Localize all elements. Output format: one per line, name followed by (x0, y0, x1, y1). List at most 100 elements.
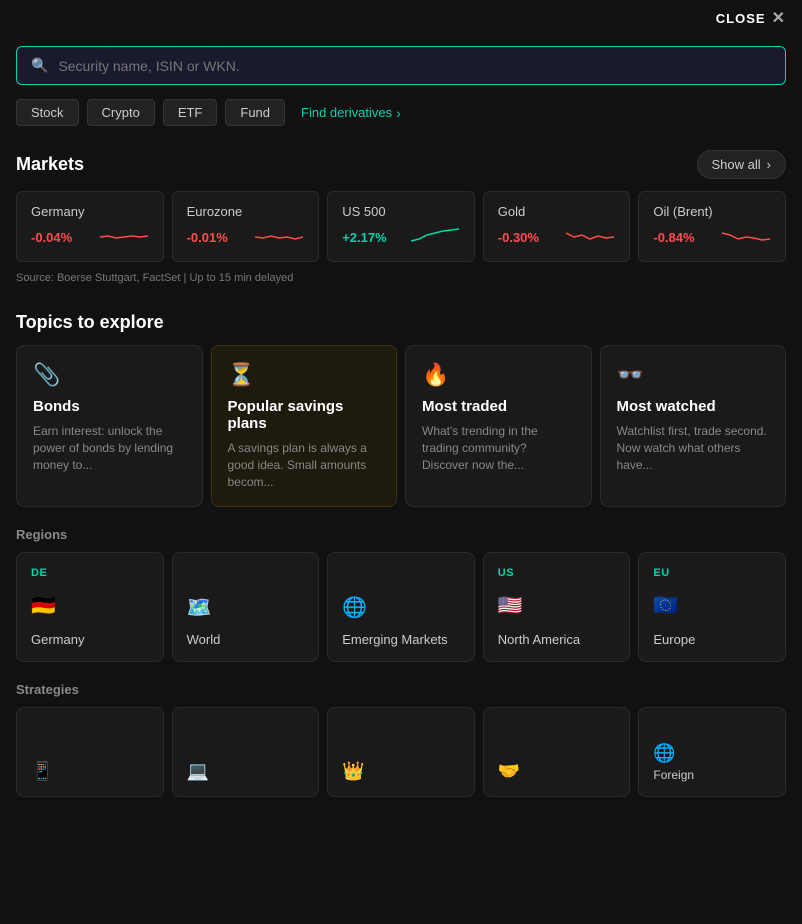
region-icon: 🌐 (342, 595, 367, 620)
market-change: -0.01% (187, 230, 228, 245)
region-name: North America (498, 632, 580, 647)
market-change: -0.30% (498, 230, 539, 245)
region-name: Europe (653, 632, 695, 647)
show-all-button[interactable]: Show all › (697, 150, 786, 179)
pill-fund[interactable]: Fund (225, 99, 285, 126)
topic-icon: 🔥 (422, 362, 575, 388)
strategy-card[interactable]: 💻 (172, 707, 320, 797)
market-value-row: -0.30% (498, 225, 616, 249)
sparkline-chart (410, 225, 460, 249)
strategy-icon: 💻 (187, 761, 305, 782)
strategy-icon: 🤝 (498, 761, 616, 782)
market-name: Gold (498, 204, 616, 219)
region-tag: US (498, 567, 514, 579)
market-name: Germany (31, 204, 149, 219)
markets-header: Markets Show all › (0, 142, 802, 191)
strategy-card[interactable]: 🌐 Foreign (638, 707, 786, 797)
region-name: Germany (31, 632, 84, 647)
strategy-card[interactable]: 🤝 (483, 707, 631, 797)
strategy-icon: 🌐 (653, 743, 771, 764)
region-icon: 🇩🇪 (31, 593, 56, 618)
chevron-right-icon: › (396, 105, 401, 121)
region-tag: EU (653, 567, 669, 579)
topics-header: Topics to explore (0, 304, 802, 345)
topic-icon: 📎 (33, 362, 186, 388)
topics-title: Topics to explore (16, 312, 164, 333)
strategy-icon: 📱 (31, 761, 149, 782)
topic-card[interactable]: 👓 Most watched Watchlist first, trade se… (600, 345, 787, 507)
sparkline-chart (99, 225, 149, 249)
market-change: -0.84% (653, 230, 694, 245)
search-container: 🔍 (0, 36, 802, 99)
filter-row: Stock Crypto ETF Fund Find derivatives › (0, 99, 802, 142)
strategies-label: Strategies (0, 682, 802, 707)
markets-row: Germany -0.04% Eurozone -0.01% US 500 +2… (0, 191, 802, 262)
close-label: CLOSE (716, 11, 766, 26)
region-card[interactable]: DE 🇩🇪 Germany (16, 552, 164, 662)
pill-etf[interactable]: ETF (163, 99, 218, 126)
topics-grid: 📎 Bonds Earn interest: unlock the power … (0, 345, 802, 507)
region-tag: DE (31, 567, 47, 579)
topic-card[interactable]: 📎 Bonds Earn interest: unlock the power … (16, 345, 203, 507)
close-button[interactable]: CLOSE ✕ (716, 8, 786, 28)
topic-desc: Earn interest: unlock the power of bonds… (33, 423, 186, 473)
market-value-row: -0.84% (653, 225, 771, 249)
search-input[interactable] (58, 58, 771, 74)
topic-title: Most watched (617, 398, 770, 415)
market-value-row: -0.04% (31, 225, 149, 249)
market-card[interactable]: Germany -0.04% (16, 191, 164, 262)
region-card[interactable]: 🌐 Emerging Markets (327, 552, 475, 662)
sparkline-chart (565, 225, 615, 249)
region-name: Emerging Markets (342, 632, 447, 647)
topic-desc: What's trending in the trading community… (422, 423, 575, 473)
topic-desc: A savings plan is always a good idea. Sm… (228, 440, 381, 490)
search-box[interactable]: 🔍 (16, 46, 786, 85)
strategies-row: 📱 💻 👑 🤝 🌐 Foreign (0, 707, 802, 797)
market-change: +2.17% (342, 230, 386, 245)
market-name: Eurozone (187, 204, 305, 219)
topic-card[interactable]: 🔥 Most traded What's trending in the tra… (405, 345, 592, 507)
sparkline-chart (721, 225, 771, 249)
strategy-card[interactable]: 📱 (16, 707, 164, 797)
show-all-label: Show all (712, 157, 761, 172)
market-value-row: +2.17% (342, 225, 460, 249)
market-card[interactable]: Eurozone -0.01% (172, 191, 320, 262)
market-value-row: -0.01% (187, 225, 305, 249)
market-name: Oil (Brent) (653, 204, 771, 219)
regions-row: DE 🇩🇪 Germany 🗺️ World 🌐 Emerging Market… (0, 552, 802, 662)
sparkline-chart (254, 225, 304, 249)
region-card[interactable]: US 🇺🇸 North America (483, 552, 631, 662)
market-card[interactable]: Oil (Brent) -0.84% (638, 191, 786, 262)
search-icon: 🔍 (31, 57, 48, 74)
top-bar: CLOSE ✕ (0, 0, 802, 36)
market-change: -0.04% (31, 230, 72, 245)
topic-title: Bonds (33, 398, 186, 415)
strategy-name: Foreign (653, 768, 771, 782)
topic-card[interactable]: ⏳ Popular savings plans A savings plan i… (211, 345, 398, 507)
region-card[interactable]: EU 🇪🇺 Europe (638, 552, 786, 662)
pill-crypto[interactable]: Crypto (87, 99, 155, 126)
regions-label: Regions (0, 527, 802, 552)
pill-stock[interactable]: Stock (16, 99, 79, 126)
market-card[interactable]: Gold -0.30% (483, 191, 631, 262)
topic-title: Most traded (422, 398, 575, 415)
close-icon: ✕ (772, 8, 786, 28)
region-name: World (187, 632, 221, 647)
markets-title: Markets (16, 154, 84, 175)
chevron-right-icon: › (767, 157, 771, 172)
topic-icon: ⏳ (228, 362, 381, 388)
source-text: Source: Boerse Stuttgart, FactSet | Up t… (0, 262, 802, 304)
region-icon: 🗺️ (187, 595, 212, 620)
find-derivatives-link[interactable]: Find derivatives › (301, 105, 401, 121)
region-icon: 🇪🇺 (653, 593, 678, 618)
topic-desc: Watchlist first, trade second. Now watch… (617, 423, 770, 473)
region-card[interactable]: 🗺️ World (172, 552, 320, 662)
market-card[interactable]: US 500 +2.17% (327, 191, 475, 262)
market-name: US 500 (342, 204, 460, 219)
region-icon: 🇺🇸 (498, 593, 523, 618)
strategy-card[interactable]: 👑 (327, 707, 475, 797)
topic-title: Popular savings plans (228, 398, 381, 432)
strategy-icon: 👑 (342, 761, 460, 782)
topic-icon: 👓 (617, 362, 770, 388)
find-derivatives-label: Find derivatives (301, 105, 392, 120)
